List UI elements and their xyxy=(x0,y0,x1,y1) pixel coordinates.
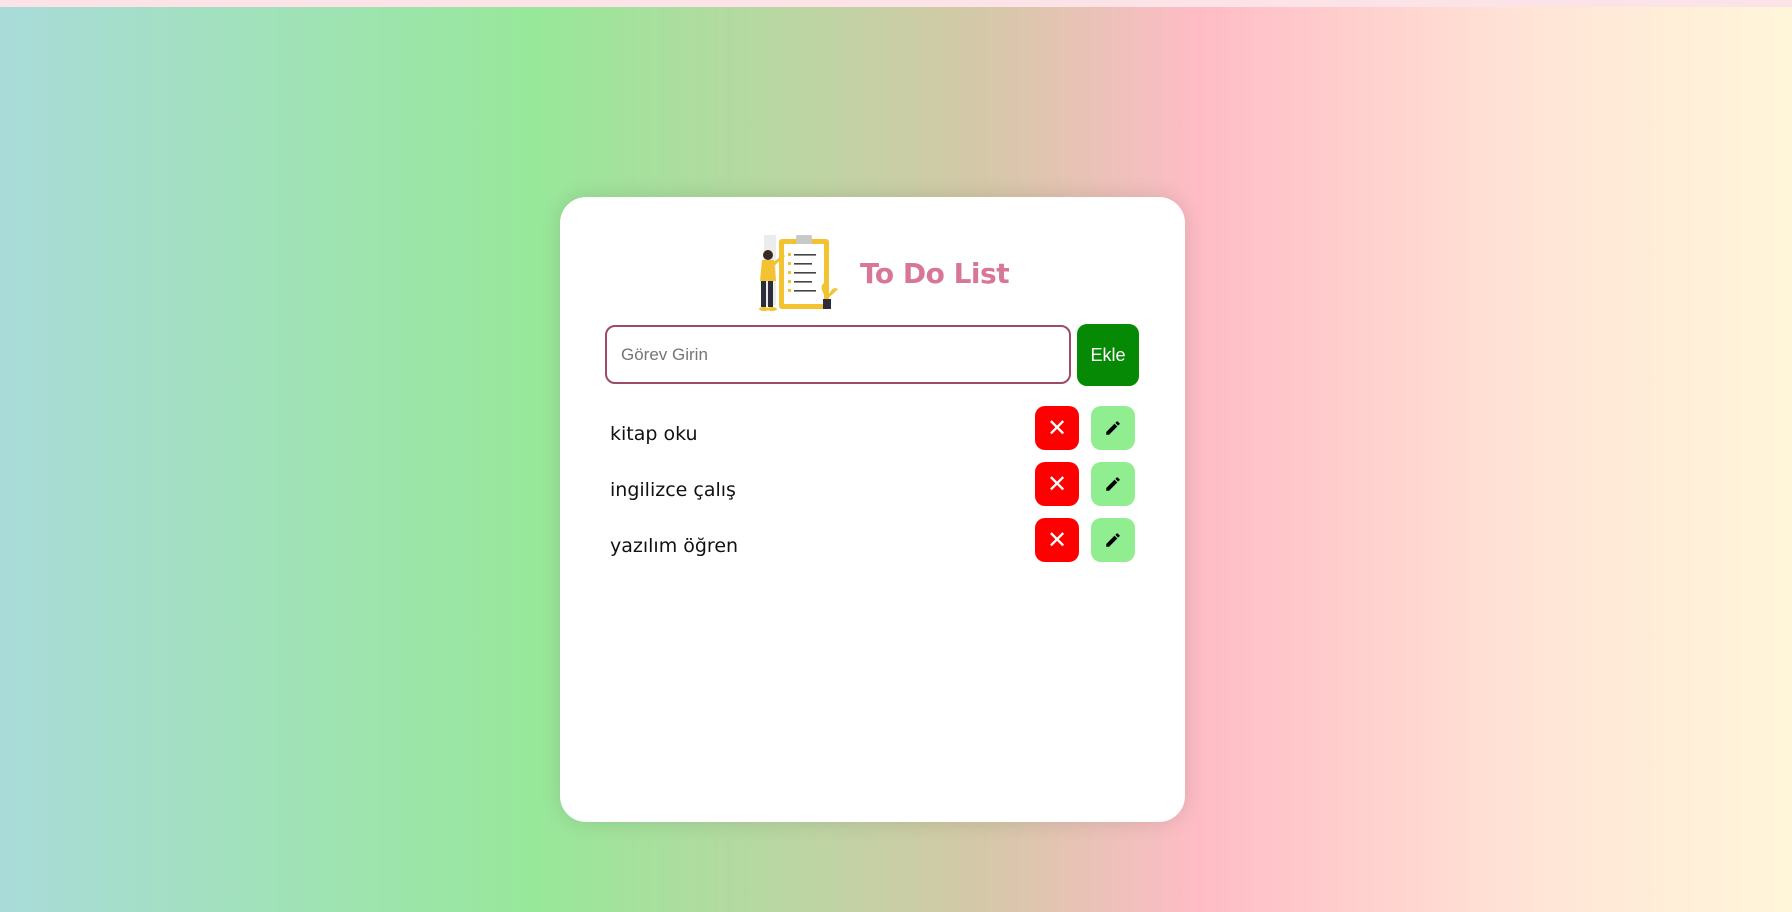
edit-task-button[interactable] xyxy=(1091,518,1135,562)
task-text: yazılım öğren xyxy=(610,535,739,557)
delete-task-button[interactable]: ✕ xyxy=(1035,462,1079,506)
list-item: ingilizce çalış ✕ xyxy=(610,462,1140,518)
task-list: kitap oku ✕ ingilizce çalış ✕ yazılım öğ… xyxy=(610,406,1140,574)
close-icon: ✕ xyxy=(1046,526,1068,554)
checklist-illustration-icon xyxy=(759,235,838,311)
list-item: yazılım öğren ✕ xyxy=(610,518,1140,574)
pencil-icon xyxy=(1106,421,1120,435)
top-strip xyxy=(0,0,1792,7)
add-task-button[interactable]: Ekle xyxy=(1077,324,1139,386)
edit-task-button[interactable] xyxy=(1091,406,1135,450)
delete-task-button[interactable]: ✕ xyxy=(1035,518,1079,562)
pencil-icon xyxy=(1106,477,1120,491)
task-text: ingilizce çalış xyxy=(610,479,736,501)
list-item: kitap oku ✕ xyxy=(610,406,1140,462)
close-icon: ✕ xyxy=(1046,414,1068,442)
task-input[interactable] xyxy=(605,325,1071,384)
task-form: Ekle xyxy=(605,324,1139,386)
todo-card: To Do List Ekle kitap oku ✕ ingilizce ça… xyxy=(560,197,1185,822)
app-title: To Do List xyxy=(860,256,1010,290)
edit-task-button[interactable] xyxy=(1091,462,1135,506)
task-text: kitap oku xyxy=(610,423,698,445)
header: To Do List xyxy=(754,229,1010,317)
delete-task-button[interactable]: ✕ xyxy=(1035,406,1079,450)
close-icon: ✕ xyxy=(1046,470,1068,498)
pencil-icon xyxy=(1106,533,1120,547)
